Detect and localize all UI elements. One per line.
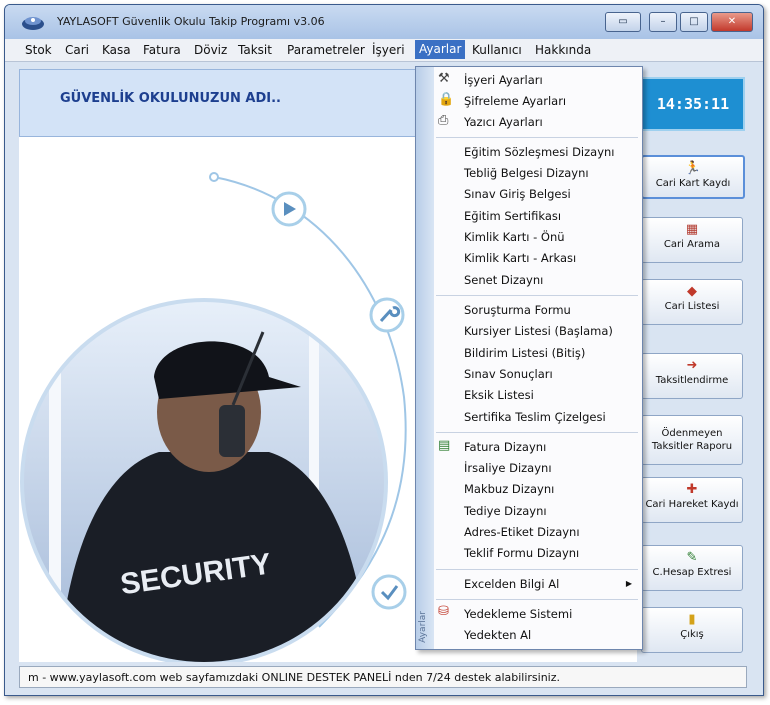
form-icon: ▤ (438, 438, 451, 453)
button-label: Ödenmeyen Taksitler Raporu (651, 428, 733, 452)
cari-kart-kaydi-button[interactable]: 🏃 Cari Kart Kaydı (641, 155, 745, 199)
cari-listesi-button[interactable]: ◆ Cari Listesi (641, 279, 743, 325)
button-label: Cari Arama (663, 239, 721, 250)
backup-icon: ⛁ (438, 604, 449, 619)
menu-eksik-listesi[interactable]: Eksik Listesi (464, 388, 534, 402)
school-name: GÜVENLİK OKULUNUZUN ADI.. (60, 91, 281, 106)
menu-cari[interactable]: Cari (65, 43, 89, 57)
menu-isyeri-ayarlari[interactable]: İşyeri Ayarları (464, 73, 543, 87)
menu-sinav-sonuclari[interactable]: Sınav Sonuçları (464, 367, 553, 381)
window-extra-button[interactable]: ▭ (605, 12, 641, 32)
calculator-icon: ▦ (685, 222, 699, 237)
menu-sinav-giris-belgesi[interactable]: Sınav Giriş Belgesi (464, 187, 571, 201)
cari-hareket-kaydi-button[interactable]: ✚ Cari Hareket Kaydı (641, 477, 743, 523)
lock-icon: 🔒 (438, 92, 455, 107)
menu-yedekleme-sistemi[interactable]: Yedekleme Sistemi (464, 607, 572, 621)
odenmeyen-taksitler-button[interactable]: Ödenmeyen Taksitler Raporu (641, 415, 743, 465)
menu-side-strip-label: Ayarlar (418, 611, 428, 643)
taksitlendirme-button[interactable]: ➜ Taksitlendirme (641, 353, 743, 399)
button-label: C.Hesap Extresi (652, 567, 732, 578)
arrow-right-icon: ➜ (686, 358, 698, 373)
menu-separator (436, 295, 638, 296)
menu-bildirim-listesi[interactable]: Bildirim Listesi (Bitiş) (464, 346, 585, 360)
tools-icon: ⚒ (438, 71, 450, 86)
menu-fatura[interactable]: Fatura (143, 43, 181, 57)
add-record-icon: ✚ (686, 482, 698, 497)
close-button[interactable]: ✕ (711, 12, 753, 32)
window-title: YAYLASOFT Güvenlik Okulu Takip Programı … (57, 15, 325, 28)
menu-kullanici[interactable]: Kullanıcı (472, 43, 522, 57)
menu-doviz[interactable]: Döviz (194, 43, 227, 57)
menu-sertifika-teslim[interactable]: Sertifika Teslim Çizelgesi (464, 410, 606, 424)
menu-kimlik-karti-arkasi[interactable]: Kimlik Kartı - Arkası (464, 251, 576, 265)
maximize-button[interactable]: □ (680, 12, 708, 32)
menu-kasa[interactable]: Kasa (102, 43, 131, 57)
menu-kimlik-karti-onu[interactable]: Kimlik Kartı - Önü (464, 230, 565, 244)
ayarlar-dropdown-menu: Ayarlar ⚒ İşyeri Ayarları 🔒 Şifreleme Ay… (415, 66, 643, 650)
menu-stok[interactable]: Stok (25, 43, 52, 57)
menu-kursiyer-listesi[interactable]: Kursiyer Listesi (Başlama) (464, 324, 613, 338)
title-bar[interactable]: YAYLASOFT Güvenlik Okulu Takip Programı … (5, 5, 763, 40)
cikis-button[interactable]: ▮ Çıkış (641, 607, 743, 653)
clock-display: 14:35:11 (641, 77, 745, 131)
menu-separator (436, 569, 638, 570)
menu-fatura-dizayni[interactable]: Fatura Dizaynı (464, 440, 546, 454)
menu-separator (436, 432, 638, 433)
menu-excelden-bilgi-al[interactable]: Excelden Bilgi Al (464, 577, 559, 591)
menu-senet-dizayni[interactable]: Senet Dizaynı (464, 273, 543, 287)
menu-yedekten-al[interactable]: Yedekten Al (464, 628, 531, 642)
menu-teblig-belgesi[interactable]: Tebliğ Belgesi Dizaynı (464, 166, 589, 180)
menu-egitim-sertifikasi[interactable]: Eğitim Sertifikası (464, 209, 561, 223)
menu-isyeri[interactable]: İşyeri (372, 43, 405, 57)
menu-hakkinda[interactable]: Hakkında (535, 43, 591, 57)
menu-sorusturma-formu[interactable]: Soruşturma Formu (464, 303, 571, 317)
pen-icon: ✎ (686, 550, 698, 565)
menu-teklif-formu[interactable]: Teklif Formu Dizaynı (464, 546, 579, 560)
status-bar: m - www.yaylasoft.com web sayfamızdaki O… (19, 666, 747, 688)
runner-icon: 🏃 (684, 161, 702, 176)
printer-icon: ⎙ (438, 113, 449, 128)
minimize-button[interactable]: – (649, 12, 677, 32)
button-label: Cari Hareket Kaydı (645, 499, 739, 510)
app-logo-icon (22, 17, 44, 30)
menu-taksit[interactable]: Taksit (238, 43, 272, 57)
cari-arama-button[interactable]: ▦ Cari Arama (641, 217, 743, 263)
menu-side-strip: Ayarlar (416, 67, 434, 649)
menu-tediye-dizayni[interactable]: Tediye Dizaynı (464, 504, 547, 518)
submenu-arrow-icon: ▶ (625, 579, 632, 588)
menu-adres-etiket[interactable]: Adres-Etiket Dizaynı (464, 525, 580, 539)
menu-irsaliye-dizayni[interactable]: İrsaliye Dizaynı (464, 461, 552, 475)
menu-parametreler[interactable]: Parametreler (287, 43, 365, 57)
exit-door-icon: ▮ (688, 612, 696, 627)
menu-separator (436, 137, 638, 138)
button-label: Cari Listesi (664, 301, 720, 312)
menu-yazici-ayarlari[interactable]: Yazıcı Ayarları (464, 115, 543, 129)
menu-egitim-sozlesmesi[interactable]: Eğitim Sözleşmesi Dizaynı (464, 145, 615, 159)
c-hesap-extresi-button[interactable]: ✎ C.Hesap Extresi (641, 545, 743, 591)
menu-makbuz-dizayni[interactable]: Makbuz Dizaynı (464, 482, 554, 496)
menu-sifreleme-ayarlari[interactable]: Şifreleme Ayarları (464, 94, 566, 108)
button-label: Çıkış (680, 629, 704, 640)
menu-bar: Stok Cari Kasa Fatura Döviz Taksit Param… (5, 39, 763, 62)
menu-separator (436, 599, 638, 600)
app-window: YAYLASOFT Güvenlik Okulu Takip Programı … (4, 4, 764, 696)
button-label: Cari Kart Kaydı (655, 178, 731, 189)
stack-icon: ◆ (687, 284, 697, 299)
check-icon (371, 574, 407, 610)
menu-ayarlar[interactable]: Ayarlar (415, 40, 466, 59)
button-label: Taksitlendirme (655, 375, 729, 386)
